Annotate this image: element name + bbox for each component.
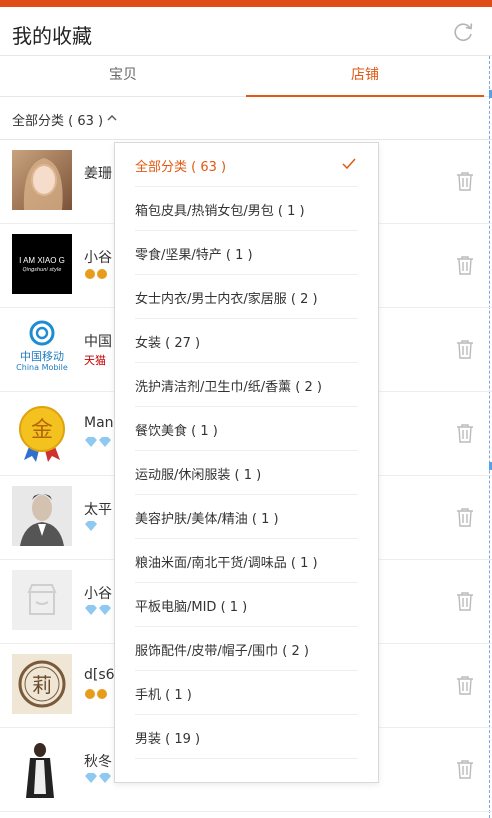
category-option[interactable]: 箱包皮具/热销女包/男包 ( 1 ) — [135, 187, 358, 231]
trash-icon[interactable] — [456, 675, 474, 695]
category-dropdown[interactable]: 全部分类 ( 63 ) 箱包皮具/热销女包/男包 ( 1 ) 零食/坚果/特产 … — [114, 142, 379, 783]
store-avatar[interactable]: 中国移动 China Mobile — [12, 318, 72, 378]
store-avatar[interactable] — [12, 738, 72, 798]
tab-bar: 宝贝 店铺 — [0, 56, 492, 97]
diamond-badges — [84, 520, 100, 534]
store-name[interactable]: Man — [84, 415, 114, 431]
store-name[interactable]: 小谷 — [84, 583, 112, 603]
diamond-badges — [84, 604, 114, 618]
page-title: 我的收藏 — [12, 24, 92, 48]
category-option-label[interactable]: 女士内衣/男士内衣/家居服 ( 2 ) — [135, 288, 318, 307]
category-option-label[interactable]: 服饰配件/皮带/帽子/围巾 ( 2 ) — [135, 640, 309, 659]
category-option-label[interactable]: 美容护肤/美体/精油 ( 1 ) — [135, 508, 279, 527]
store-avatar[interactable] — [12, 150, 72, 210]
category-option-label[interactable]: 粮油米面/南北干货/调味品 ( 1 ) — [135, 552, 318, 571]
category-option[interactable]: 运动服/休闲服装 ( 1 ) — [135, 451, 358, 495]
chevron-up-icon[interactable] — [107, 113, 117, 123]
store-name[interactable]: 小谷 — [84, 247, 112, 267]
store-avatar-placeholder[interactable] — [12, 570, 72, 630]
mobile-logo-cn: 中国移动 — [20, 350, 64, 363]
store-avatar[interactable]: 金 — [12, 402, 72, 462]
gold-medal-text: 金 — [31, 418, 53, 443]
crown-badges — [84, 268, 112, 282]
seal-logo-text: 莉 — [32, 673, 52, 697]
category-option-label[interactable]: 运动服/休闲服装 ( 1 ) — [135, 464, 261, 483]
store-name[interactable]: 秋冬 — [84, 751, 112, 771]
category-option[interactable]: 女装 ( 27 ) — [135, 319, 358, 363]
trash-icon[interactable] — [456, 591, 474, 611]
category-option-label[interactable]: 零食/坚果/特产 ( 1 ) — [135, 244, 253, 263]
top-accent-bar — [0, 0, 492, 7]
trash-icon[interactable] — [456, 759, 474, 779]
store-name[interactable]: 中国 — [84, 331, 112, 351]
trash-icon[interactable] — [456, 255, 474, 275]
category-option[interactable]: 女士内衣/男士内衣/家居服 ( 2 ) — [135, 275, 358, 319]
brand-logo-sub: Qingshuni style — [22, 267, 62, 273]
category-option[interactable]: 全部分类 ( 63 ) — [135, 143, 358, 187]
category-option[interactable]: 手机 ( 1 ) — [135, 671, 358, 715]
store-avatar[interactable] — [12, 486, 72, 546]
category-option[interactable]: 洗护清洁剂/卫生巾/纸/香薰 ( 2 ) — [135, 363, 358, 407]
category-option[interactable]: 粮油米面/南北干货/调味品 ( 1 ) — [135, 539, 358, 583]
category-option-label[interactable]: 箱包皮具/热销女包/男包 ( 1 ) — [135, 200, 305, 219]
category-option-label[interactable]: 平板电脑/MID ( 1 ) — [135, 596, 247, 615]
trash-icon[interactable] — [456, 423, 474, 443]
category-option[interactable]: 平板电脑/MID ( 1 ) — [135, 583, 358, 627]
tab-stores[interactable]: 店铺 — [246, 56, 484, 97]
category-option-label[interactable]: 男装 ( 19 ) — [135, 728, 200, 747]
store-name[interactable]: 姜珊 — [84, 163, 112, 183]
trash-icon[interactable] — [456, 507, 474, 527]
category-option-label[interactable]: 女装 ( 27 ) — [135, 332, 200, 351]
refresh-icon[interactable] — [452, 21, 474, 43]
category-option[interactable]: 服饰配件/皮带/帽子/围巾 ( 2 ) — [135, 627, 358, 671]
category-option[interactable]: 男装 ( 19 ) — [135, 715, 358, 759]
category-option-label[interactable]: 洗护清洁剂/卫生巾/纸/香薰 ( 2 ) — [135, 376, 322, 395]
trash-icon[interactable] — [456, 339, 474, 359]
category-option[interactable]: 美容护肤/美体/精油 ( 1 ) — [135, 495, 358, 539]
category-filter-label[interactable]: 全部分类 ( 63 ) — [12, 110, 103, 129]
trash-icon[interactable] — [456, 171, 474, 191]
crown-badges — [84, 688, 112, 702]
category-option-label[interactable]: 手机 ( 1 ) — [135, 684, 192, 703]
store-name[interactable]: 太平 — [84, 499, 112, 519]
category-option-label[interactable]: 餐饮美食 ( 1 ) — [135, 420, 218, 439]
category-option[interactable]: 餐饮美食 ( 1 ) — [135, 407, 358, 451]
diamond-badges — [84, 772, 114, 786]
header: 我的收藏 — [0, 7, 492, 56]
category-filter-bar[interactable]: 全部分类 ( 63 ) — [0, 97, 492, 140]
brand-logo-text: I AM XIAO G — [19, 256, 65, 265]
category-option[interactable]: 零食/坚果/特产 ( 1 ) — [135, 231, 358, 275]
diamond-badges — [84, 436, 114, 450]
tmall-badge: 天猫 — [84, 354, 106, 367]
check-icon — [342, 158, 356, 170]
store-avatar[interactable]: 莉 — [12, 654, 72, 714]
tab-items[interactable]: 宝贝 — [0, 56, 246, 96]
category-option-label[interactable]: 全部分类 ( 63 ) — [135, 156, 226, 175]
store-avatar[interactable]: I AM XIAO G Qingshuni style — [12, 234, 72, 294]
mobile-logo-en: China Mobile — [16, 363, 68, 372]
